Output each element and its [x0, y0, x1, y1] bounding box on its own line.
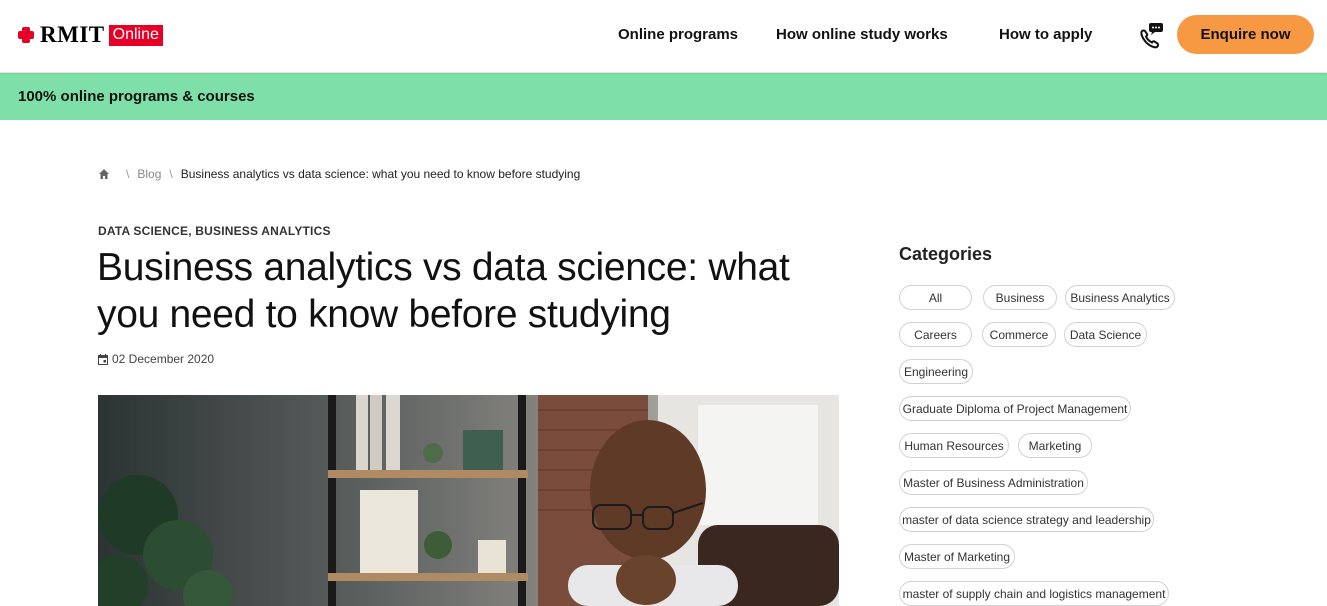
category-master-data-science-strategy[interactable]: master of data science strategy and lead…	[899, 507, 1154, 532]
rmit-pixel-icon	[18, 27, 34, 43]
breadcrumb-current: Business analytics vs data science: what…	[180, 167, 581, 181]
article-tags: DATA SCIENCE, BUSINESS ANALYTICS	[98, 224, 331, 238]
man-with-glasses-thinking-photo	[98, 395, 839, 606]
enquire-now-button[interactable]: Enquire now	[1177, 15, 1314, 54]
tag-business-analytics[interactable]: BUSINESS ANALYTICS	[195, 224, 330, 238]
home-icon[interactable]	[98, 168, 110, 180]
breadcrumb-separator: \	[169, 167, 173, 181]
article-date-text: 02 December 2020	[112, 352, 215, 366]
breadcrumb: \ Blog \ Business analytics vs data scie…	[98, 167, 580, 181]
article-date: 02 December 2020	[98, 352, 214, 366]
rmit-online-logo[interactable]: RMIT Online	[18, 22, 163, 48]
category-human-resources[interactable]: Human Resources	[899, 433, 1009, 458]
category-all[interactable]: All	[899, 285, 972, 310]
nav-how-to-apply[interactable]: How to apply	[999, 26, 1092, 43]
category-master-supply-chain-logistics[interactable]: master of supply chain and logistics man…	[899, 581, 1169, 606]
calendar-icon	[98, 353, 108, 365]
category-engineering[interactable]: Engineering	[899, 359, 973, 384]
categories-title: Categories	[899, 244, 993, 264]
promo-banner: 100% online programs & courses	[0, 72, 1327, 120]
category-careers[interactable]: Careers	[899, 322, 972, 347]
category-master-of-marketing[interactable]: Master of Marketing	[899, 544, 1015, 569]
nav-how-online-study-works[interactable]: How online study works	[776, 26, 948, 43]
category-data-science[interactable]: Data Science	[1064, 322, 1147, 347]
breadcrumb-blog-link[interactable]: Blog	[137, 167, 161, 181]
breadcrumb-separator: \	[126, 167, 130, 181]
logo-text: RMIT	[40, 22, 105, 47]
category-graduate-diploma-project-management[interactable]: Graduate Diploma of Project Management	[899, 396, 1131, 421]
category-business[interactable]: Business	[983, 285, 1057, 310]
site-header: RMIT Online Online programs How online s…	[0, 0, 1327, 73]
banner-text: 100% online programs & courses	[18, 88, 255, 105]
category-master-business-administration[interactable]: Master of Business Administration	[899, 470, 1088, 495]
article-title: Business analytics vs data science: what…	[97, 246, 790, 336]
nav-online-programs[interactable]: Online programs	[618, 26, 738, 43]
logo-online-badge: Online	[108, 24, 163, 46]
category-marketing[interactable]: Marketing	[1018, 433, 1092, 458]
category-business-analytics[interactable]: Business Analytics	[1065, 285, 1175, 310]
category-commerce[interactable]: Commerce	[982, 322, 1056, 347]
tag-data-science[interactable]: DATA SCIENCE	[98, 224, 188, 238]
phone-chat-icon[interactable]	[1139, 22, 1167, 50]
